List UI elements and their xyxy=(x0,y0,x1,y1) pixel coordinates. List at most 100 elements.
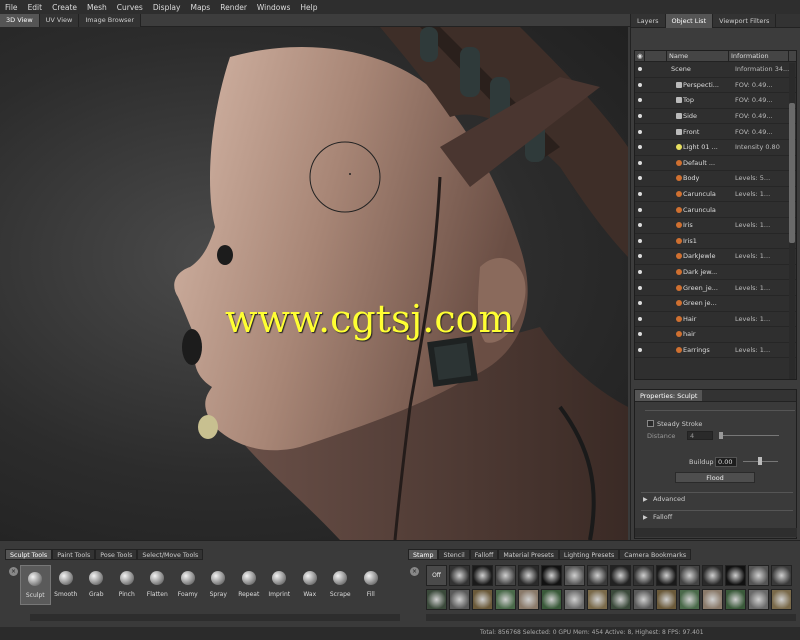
menu-item-maps[interactable]: Maps xyxy=(185,3,215,12)
stamp-thumbnail[interactable] xyxy=(702,589,723,610)
tab-lighting-presets[interactable]: Lighting Presets xyxy=(558,549,620,560)
tool-scrape[interactable]: Scrape xyxy=(325,565,356,605)
stamp-thumbnail[interactable] xyxy=(610,589,631,610)
object-row[interactable]: Caruncula Levels: 1... xyxy=(635,187,796,203)
stamp-thumbnail[interactable] xyxy=(472,589,493,610)
stamp-thumbnail[interactable] xyxy=(518,589,539,610)
falloff-expand-icon[interactable]: ▶ xyxy=(643,514,648,521)
stamp-thumbnail[interactable] xyxy=(449,589,470,610)
object-row[interactable]: Hair Levels: 1... xyxy=(635,312,796,328)
tool-wax[interactable]: Wax xyxy=(295,565,326,605)
tab-image-browser[interactable]: Image Browser xyxy=(79,14,142,27)
visibility-toggle-icon[interactable] xyxy=(635,254,645,259)
visibility-toggle-icon[interactable] xyxy=(635,145,645,150)
steady-stroke-checkbox[interactable] xyxy=(647,420,654,427)
stamp-thumbnail[interactable] xyxy=(541,565,562,586)
object-row[interactable]: Scene Information 34... xyxy=(635,62,796,78)
stamp-thumbnail[interactable] xyxy=(725,565,746,586)
advanced-expand-icon[interactable]: ▶ xyxy=(643,496,648,503)
stamp-thumbnail[interactable] xyxy=(679,565,700,586)
tools-scrollbar[interactable] xyxy=(30,614,400,621)
tab-material-presets[interactable]: Material Presets xyxy=(498,549,559,560)
menu-item-create[interactable]: Create xyxy=(47,3,82,12)
stamp-thumbnail[interactable] xyxy=(748,589,769,610)
menu-item-mesh[interactable]: Mesh xyxy=(82,3,112,12)
visibility-toggle-icon[interactable] xyxy=(635,82,645,87)
stamp-tray-close-icon[interactable]: × xyxy=(410,567,419,576)
tab-properties-sculpt[interactable]: Properties: Sculpt xyxy=(635,390,703,401)
visibility-toggle-icon[interactable] xyxy=(635,285,645,290)
visibility-toggle-icon[interactable] xyxy=(635,347,645,352)
stamp-thumbnail[interactable] xyxy=(495,565,516,586)
stamp-thumbnail[interactable] xyxy=(518,565,539,586)
tool-imprint[interactable]: Imprint xyxy=(264,565,295,605)
stamp-thumbnail[interactable] xyxy=(771,565,792,586)
stamp-thumbnail[interactable] xyxy=(541,589,562,610)
distance-slider-handle[interactable] xyxy=(719,432,723,439)
object-row[interactable]: Front FOV: 0.49... xyxy=(635,124,796,140)
menu-item-file[interactable]: File xyxy=(0,3,23,12)
tab-uv-view[interactable]: UV View xyxy=(39,14,80,27)
stamp-thumbnail[interactable] xyxy=(702,565,723,586)
tab-stamp[interactable]: Stamp xyxy=(408,549,439,560)
stamp-thumbnail[interactable] xyxy=(587,565,608,586)
object-row[interactable]: Perspecti... FOV: 0.49... xyxy=(635,78,796,94)
stamp-thumbnail[interactable] xyxy=(771,589,792,610)
distance-slider[interactable] xyxy=(719,435,779,436)
stamp-thumbnail[interactable] xyxy=(587,589,608,610)
object-row[interactable]: Iris1 xyxy=(635,234,796,250)
tool-spray[interactable]: Spray xyxy=(203,565,234,605)
visibility-toggle-icon[interactable] xyxy=(635,98,645,103)
visibility-toggle-icon[interactable] xyxy=(635,316,645,321)
buildup-slider-handle[interactable] xyxy=(758,457,762,465)
3d-viewport[interactable]: www.cgtsj.com xyxy=(0,27,628,540)
menu-item-edit[interactable]: Edit xyxy=(23,3,48,12)
tab-stencil[interactable]: Stencil xyxy=(438,549,470,560)
object-row[interactable]: Body Levels: 5... xyxy=(635,171,796,187)
flood-button[interactable]: Flood xyxy=(675,472,755,483)
tool-foamy[interactable]: Foamy xyxy=(173,565,204,605)
object-row[interactable]: Side FOV: 0.49... xyxy=(635,109,796,125)
tab-object-list[interactable]: Object List xyxy=(665,14,714,28)
object-row[interactable]: Green_je... Levels: 1... xyxy=(635,280,796,296)
tab-camera-bookmarks[interactable]: Camera Bookmarks xyxy=(619,549,692,560)
tool-tray-close-icon[interactable]: × xyxy=(9,567,18,576)
stamp-thumbnail[interactable] xyxy=(656,589,677,610)
visibility-toggle-icon[interactable] xyxy=(635,207,645,212)
stamp-thumbnail[interactable] xyxy=(564,565,585,586)
menu-item-help[interactable]: Help xyxy=(295,3,322,12)
stamp-thumbnail[interactable] xyxy=(633,589,654,610)
object-list-scrollbar[interactable] xyxy=(789,63,795,379)
visibility-toggle-icon[interactable] xyxy=(635,270,645,275)
object-row[interactable]: Top FOV: 0.49... xyxy=(635,93,796,109)
properties-scrollbar[interactable] xyxy=(635,528,797,537)
stamp-thumbnail[interactable] xyxy=(725,589,746,610)
stamp-thumbnail[interactable] xyxy=(633,565,654,586)
stamp-thumbnail[interactable] xyxy=(656,565,677,586)
visibility-toggle-icon[interactable] xyxy=(635,176,645,181)
stamp-off[interactable]: Off xyxy=(426,565,447,586)
visibility-toggle-icon[interactable] xyxy=(635,301,645,306)
visibility-toggle-icon[interactable] xyxy=(635,238,645,243)
tool-grab[interactable]: Grab xyxy=(81,565,112,605)
visibility-toggle-icon[interactable] xyxy=(635,129,645,134)
tab-3d-view[interactable]: 3D View xyxy=(0,14,40,27)
menu-item-render[interactable]: Render xyxy=(215,3,252,12)
stamp-thumbnail[interactable] xyxy=(426,589,447,610)
tab-paint-tools[interactable]: Paint Tools xyxy=(52,549,96,560)
tool-fill[interactable]: Fill xyxy=(356,565,387,605)
tool-flatten[interactable]: Flatten xyxy=(142,565,173,605)
tool-pinch[interactable]: Pinch xyxy=(112,565,143,605)
distance-field[interactable]: 4 xyxy=(687,431,713,440)
object-row[interactable]: Default ... xyxy=(635,156,796,172)
visibility-toggle-icon[interactable] xyxy=(635,223,645,228)
stamp-thumbnail[interactable] xyxy=(495,589,516,610)
buildup-field[interactable]: 0.00 xyxy=(715,457,737,467)
tab-pose-tools[interactable]: Pose Tools xyxy=(95,549,138,560)
visibility-toggle-icon[interactable] xyxy=(635,192,645,197)
name-column-header[interactable]: Name xyxy=(667,51,729,61)
tab-falloff[interactable]: Falloff xyxy=(469,549,499,560)
stamp-thumbnail[interactable] xyxy=(610,565,631,586)
information-column-header[interactable]: Information xyxy=(729,51,789,61)
visibility-toggle-icon[interactable] xyxy=(635,160,645,165)
